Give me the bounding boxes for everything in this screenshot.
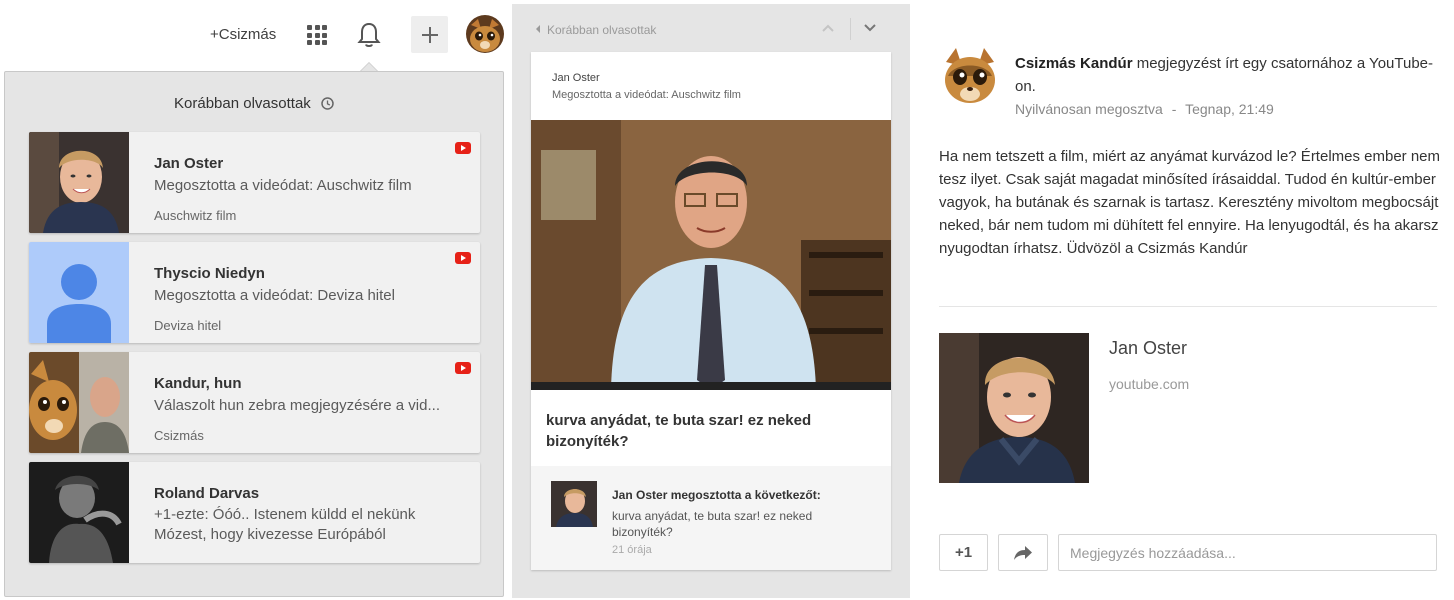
notifications-view: +Csizmás Korábban olvasottak Jan Oster M… [0, 0, 510, 600]
chevron-down-icon[interactable] [864, 24, 876, 32]
post-timestamp[interactable]: Tegnap, 21:49 [1185, 101, 1274, 117]
add-button[interactable] [411, 16, 448, 53]
share-time: 21 órája [612, 544, 652, 556]
detail-author[interactable]: Jan Oster [552, 72, 600, 84]
default-avatar [29, 242, 129, 343]
link-domain: youtube.com [1109, 376, 1190, 392]
youtube-icon [455, 362, 471, 374]
notification-detail: Korábban olvasottak Jan Oster Megosztott… [512, 4, 910, 598]
detail-action: Megosztotta a videódat: Auschwitz film [552, 89, 741, 101]
notification-card[interactable]: Thyscio Niedyn Megosztotta a videódat: D… [29, 242, 480, 343]
top-bar: +Csizmás [0, 0, 510, 70]
apps-grid-icon[interactable] [307, 25, 327, 45]
youtube-icon [455, 252, 471, 264]
card-text: Megosztotta a videódat: Deviza hitel [154, 287, 395, 304]
profile-link[interactable]: +Csizmás [210, 26, 276, 43]
link-title[interactable]: Jan Oster [1109, 338, 1187, 359]
sharer-photo [551, 481, 597, 527]
video-caption: kurva anyádat, te buta szar! ez neked bi… [546, 412, 812, 450]
youtube-icon [455, 142, 471, 154]
card-source: Auschwitz film [154, 208, 237, 223]
notification-panel: Korábban olvasottak Jan Oster Megosztott… [4, 71, 504, 597]
visibility-label[interactable]: Nyilvánosan megosztva [1015, 101, 1163, 117]
back-link[interactable]: Korábban olvasottak [536, 23, 656, 37]
share-summary[interactable]: Jan Oster megosztotta a következőt: kurv… [531, 466, 891, 570]
plus-icon [421, 26, 438, 43]
detail-card: Jan Oster Megosztotta a videódat: Auschw… [531, 52, 891, 570]
share-button[interactable] [998, 534, 1048, 571]
notification-card[interactable]: Kandur, hun Válaszolt hun zebra megjegyz… [29, 352, 480, 453]
panel-title: Korábban olvasottak [5, 95, 503, 112]
plus-one-button[interactable]: +1 [939, 534, 988, 571]
post-body: Ha nem tetszett a film, miért az anyámat… [939, 148, 1441, 257]
detail-toolbar: Korábban olvasottak [512, 4, 910, 50]
post-view: Csizmás Kandúr megjegyzést írt egy csato… [914, 0, 1454, 600]
card-source: Csizmás [154, 428, 204, 443]
card-source: Deviza hitel [154, 318, 222, 333]
divider [850, 18, 851, 40]
divider [939, 306, 1437, 307]
notification-card[interactable]: Jan Oster Megosztotta a videódat: Auschw… [29, 132, 480, 233]
card-text: +1-ezte: Óóó.. Istenem küldd el nekünk M… [154, 506, 416, 543]
user-photo [29, 462, 129, 563]
share-text: kurva anyádat, te buta szar! ez neked bi… [612, 509, 813, 539]
author-avatar[interactable] [940, 44, 1000, 106]
card-text: Válaszolt hun zebra megjegyzésére a vid.… [154, 397, 440, 414]
card-name: Thyscio Niedyn [154, 265, 265, 282]
link-thumbnail[interactable] [939, 333, 1089, 483]
panel-title-text: Korábban olvasottak [174, 95, 311, 112]
meta-separator: - [1171, 101, 1177, 117]
clock-icon [321, 97, 334, 110]
post-headline: Csizmás Kandúr megjegyzést írt egy csato… [1015, 52, 1435, 98]
share-title: Jan Oster megosztotta a következőt: [612, 488, 821, 502]
card-text: Megosztotta a videódat: Auschwitz film [154, 177, 412, 194]
account-avatar[interactable] [466, 15, 504, 53]
card-name: Jan Oster [154, 155, 224, 172]
card-name: Kandur, hun [154, 375, 242, 392]
card-name: Roland Darvas [154, 485, 260, 502]
back-triangle-icon [536, 25, 540, 33]
video-thumbnail[interactable] [531, 120, 891, 390]
share-arrow-icon [1014, 545, 1032, 560]
bell-icon[interactable] [357, 21, 381, 49]
comment-input[interactable] [1058, 534, 1437, 571]
user-photo [29, 132, 129, 233]
post-meta: Nyilvánosan megosztva - Tegnap, 21:49 [1015, 101, 1274, 117]
user-photo-pair [29, 352, 129, 453]
author-name[interactable]: Csizmás Kandúr [1015, 55, 1133, 72]
notification-card[interactable]: Roland Darvas +1-ezte: Óóó.. Istenem kül… [29, 462, 480, 563]
dropdown-caret [360, 62, 378, 71]
chevron-up-icon[interactable] [822, 24, 834, 32]
back-label: Korábban olvasottak [547, 23, 657, 37]
